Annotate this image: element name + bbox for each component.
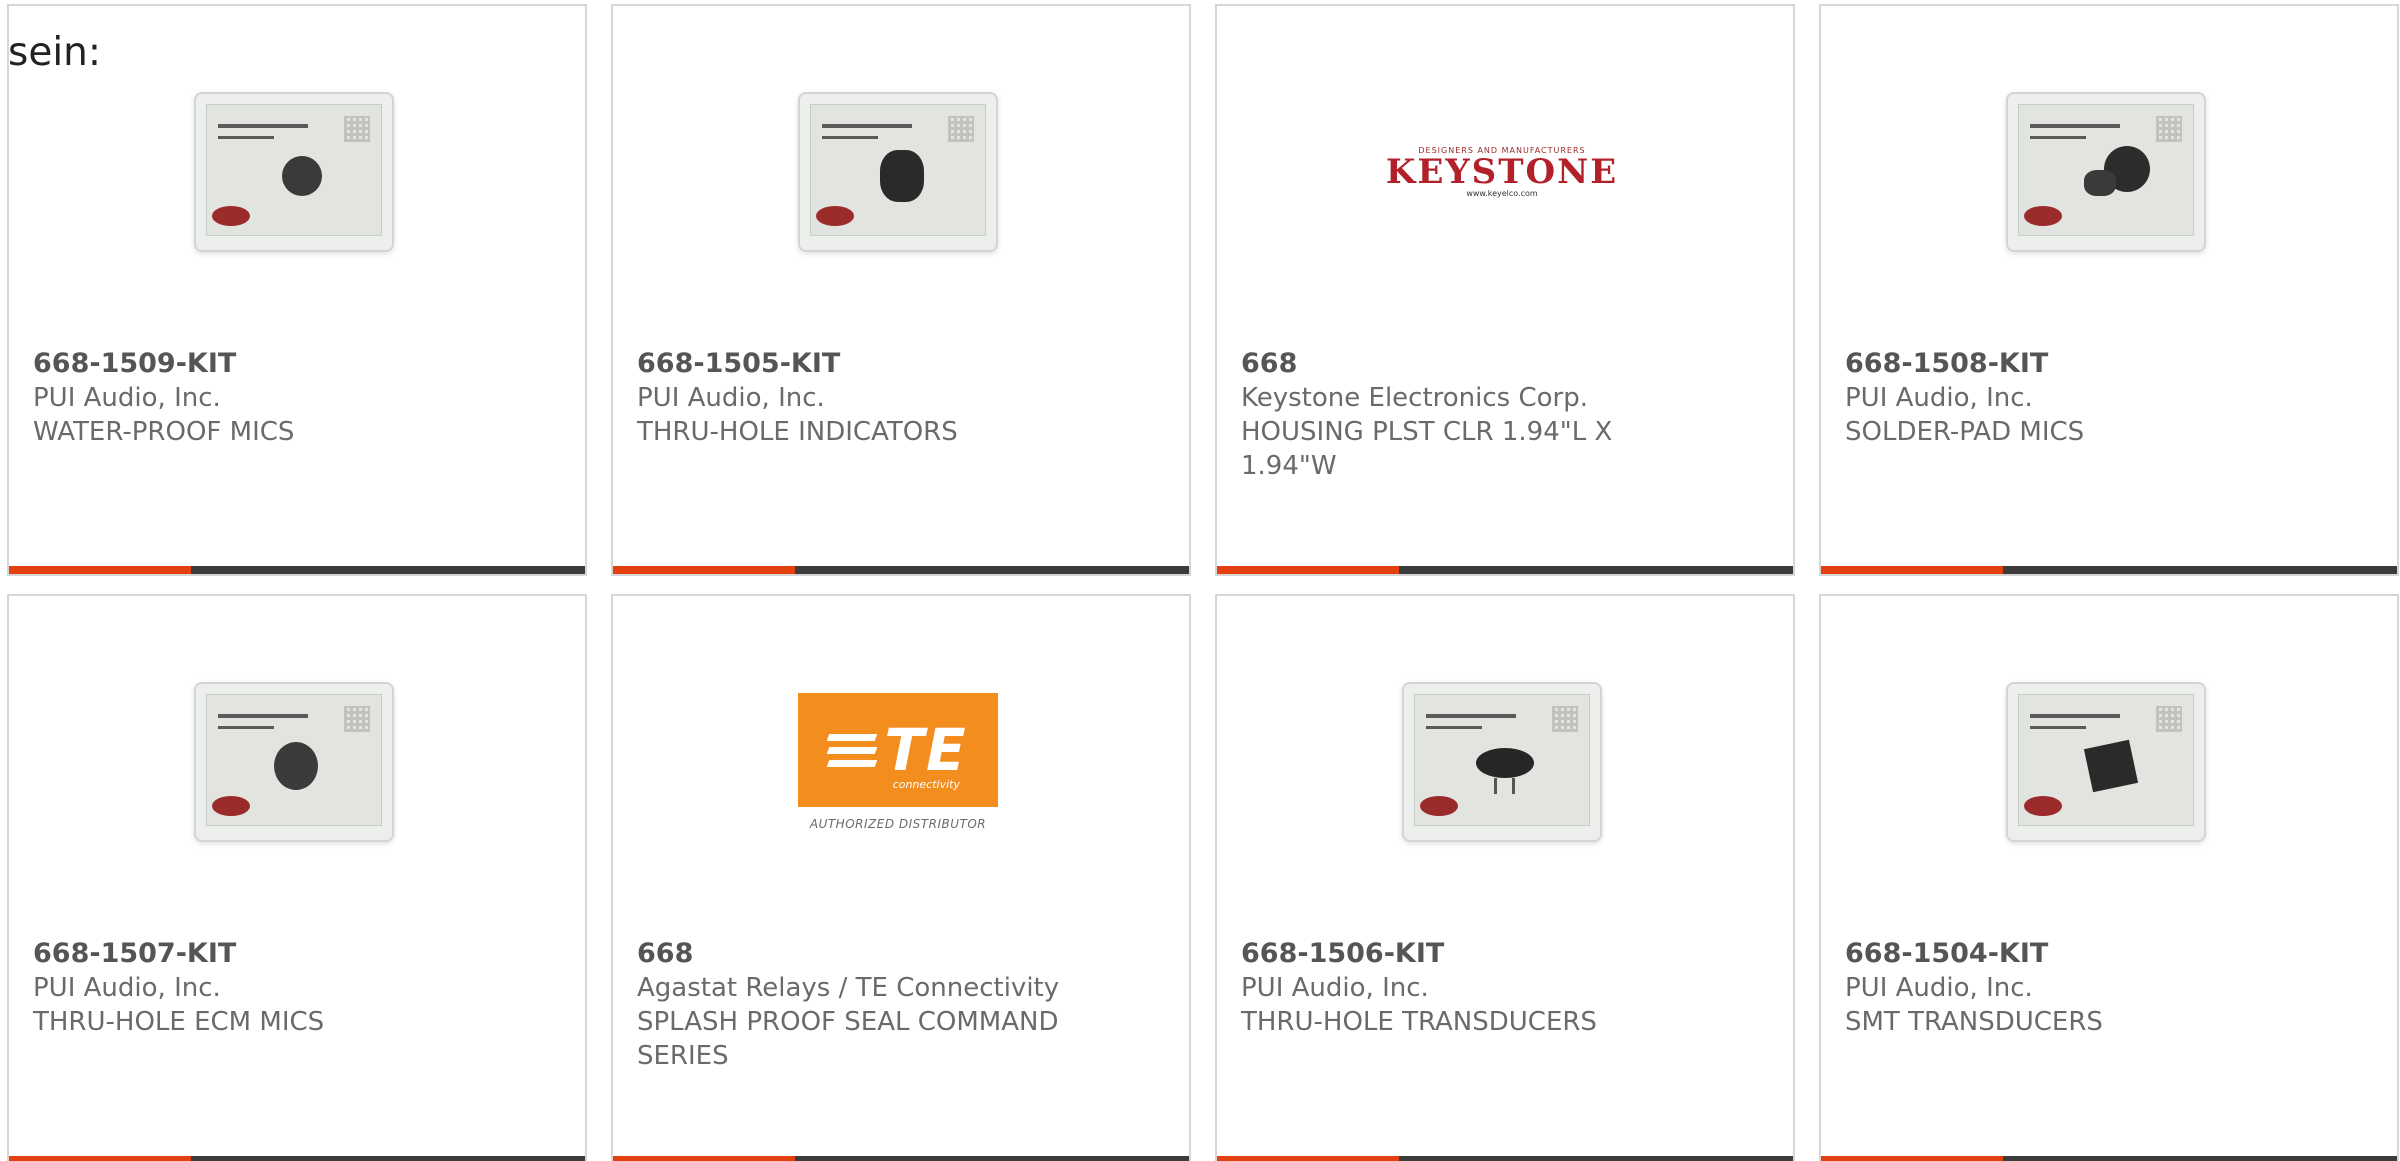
product-card[interactable]: 668-1508-KIT PUI Audio, Inc. SOLDER-PAD … — [1819, 4, 2399, 576]
part-number-link[interactable]: 668 — [637, 938, 693, 969]
part-number-link[interactable]: 668-1509-KIT — [33, 348, 236, 379]
product-card[interactable]: 668-1506-KIT PUI Audio, Inc. THRU-HOLE T… — [1215, 594, 1795, 1161]
product-image[interactable] — [2006, 72, 2206, 272]
kit-box-image — [194, 92, 394, 252]
product-grid-page: sein: 668-1509-KIT PUI Audio, Inc. WATER… — [0, 0, 2400, 1161]
manufacturer-name: PUI Audio, Inc. — [1845, 383, 2033, 413]
part-number-link[interactable]: 668-1506-KIT — [1241, 938, 1444, 969]
product-info: 668-1505-KIT PUI Audio, Inc. THRU-HOLE I… — [637, 347, 1157, 449]
intro-text: sein: — [8, 30, 102, 75]
product-info: 668-1508-KIT PUI Audio, Inc. SOLDER-PAD … — [1845, 347, 2365, 449]
manufacturer-name: PUI Audio, Inc. — [33, 383, 221, 413]
product-info: 668 Keystone Electronics Corp. HOUSING P… — [1241, 347, 1761, 483]
product-card[interactable]: TE connectivity AUTHORIZED DISTRIBUTOR 6… — [611, 594, 1191, 1161]
product-description: SOLDER-PAD MICS — [1845, 417, 2085, 447]
product-description: THRU-HOLE INDICATORS — [637, 417, 958, 447]
card-bottom-bar — [1217, 566, 1793, 574]
product-info: 668-1509-KIT PUI Audio, Inc. WATER-PROOF… — [33, 347, 553, 449]
part-number-link[interactable]: 668 — [1241, 348, 1297, 379]
card-bottom-bar — [613, 566, 1189, 574]
part-number-link[interactable]: 668-1504-KIT — [1845, 938, 2048, 969]
card-bottom-bar — [613, 1156, 1189, 1161]
card-bottom-bar — [1821, 1156, 2397, 1161]
kit-box-image — [1402, 682, 1602, 842]
product-description: THRU-HOLE TRANSDUCERS — [1241, 1007, 1597, 1037]
part-number-link[interactable]: 668-1507-KIT — [33, 938, 236, 969]
card-bottom-bar — [9, 566, 585, 574]
kit-box-image — [194, 682, 394, 842]
product-image[interactable]: TE connectivity AUTHORIZED DISTRIBUTOR — [798, 662, 998, 862]
product-image[interactable] — [2006, 662, 2206, 862]
manufacturer-name: PUI Audio, Inc. — [1241, 973, 1429, 1003]
kit-box-image — [2006, 92, 2206, 252]
manufacturer-name: PUI Audio, Inc. — [1845, 973, 2033, 1003]
kit-box-image — [2006, 682, 2206, 842]
product-card[interactable]: DESIGNERS AND MANUFACTURERS KEYSTONE www… — [1215, 4, 1795, 576]
product-image[interactable] — [1402, 662, 1602, 862]
product-info: 668-1506-KIT PUI Audio, Inc. THRU-HOLE T… — [1241, 937, 1761, 1039]
part-number-link[interactable]: 668-1505-KIT — [637, 348, 840, 379]
product-image[interactable]: DESIGNERS AND MANUFACTURERS KEYSTONE www… — [1385, 72, 1619, 272]
product-card[interactable]: 668-1504-KIT PUI Audio, Inc. SMT TRANSDU… — [1819, 594, 2399, 1161]
product-image[interactable] — [194, 72, 394, 272]
product-info: 668-1507-KIT PUI Audio, Inc. THRU-HOLE E… — [33, 937, 553, 1039]
product-info: 668-1504-KIT PUI Audio, Inc. SMT TRANSDU… — [1845, 937, 2365, 1039]
product-info: 668 Agastat Relays / TE Connectivity SPL… — [637, 937, 1157, 1073]
card-bottom-bar — [1821, 566, 2397, 574]
card-bottom-bar — [1217, 1156, 1793, 1161]
product-image[interactable] — [194, 662, 394, 862]
keystone-logo: DESIGNERS AND MANUFACTURERS KEYSTONE www… — [1385, 146, 1619, 198]
product-card[interactable]: 668-1507-KIT PUI Audio, Inc. THRU-HOLE E… — [7, 594, 587, 1161]
kit-box-image — [798, 92, 998, 252]
product-description: THRU-HOLE ECM MICS — [33, 1007, 325, 1037]
product-description: WATER-PROOF MICS — [33, 417, 295, 447]
product-description: SPLASH PROOF SEAL COMMAND SERIES — [637, 1007, 1059, 1071]
product-grid: 668-1509-KIT PUI Audio, Inc. WATER-PROOF… — [7, 4, 2400, 1161]
product-description: SMT TRANSDUCERS — [1845, 1007, 2103, 1037]
product-image[interactable] — [798, 72, 998, 272]
manufacturer-name: Agastat Relays / TE Connectivity — [637, 973, 1060, 1003]
part-number-link[interactable]: 668-1508-KIT — [1845, 348, 2048, 379]
manufacturer-name: Keystone Electronics Corp. — [1241, 383, 1589, 413]
card-bottom-bar — [9, 1156, 585, 1161]
manufacturer-name: PUI Audio, Inc. — [33, 973, 221, 1003]
te-connectivity-logo: TE connectivity AUTHORIZED DISTRIBUTOR — [798, 693, 998, 831]
product-card[interactable]: 668-1509-KIT PUI Audio, Inc. WATER-PROOF… — [7, 4, 587, 576]
product-description: HOUSING PLST CLR 1.94"L X 1.94"W — [1241, 417, 1613, 481]
manufacturer-name: PUI Audio, Inc. — [637, 383, 825, 413]
product-card[interactable]: 668-1505-KIT PUI Audio, Inc. THRU-HOLE I… — [611, 4, 1191, 576]
